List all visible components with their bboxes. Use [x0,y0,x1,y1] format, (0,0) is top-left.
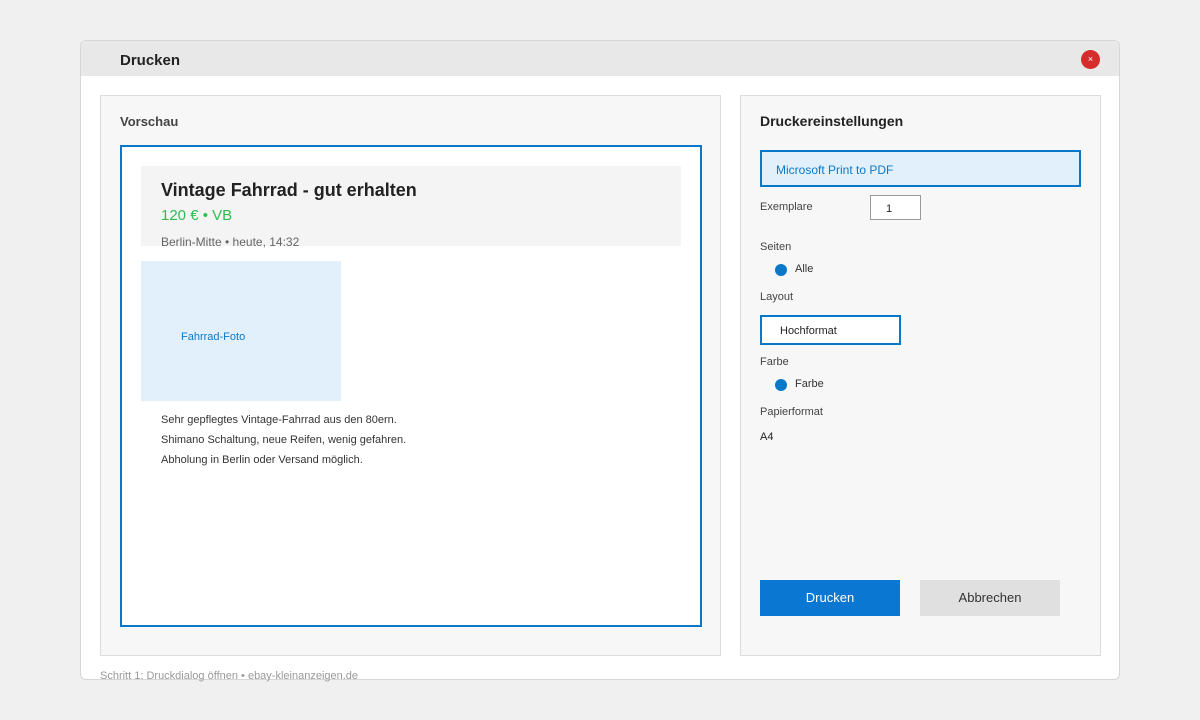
dialog-title: Drucken [120,52,181,69]
pages-label: Seiten [760,241,792,253]
preview-title: Vorschau [120,114,179,129]
description-line: Abholung in Berlin oder Versand möglich. [161,454,363,466]
paper-value: A4 [760,431,774,443]
print-dialog: Drucken × Vorschau Vintage Fahrrad - gut… [80,40,1120,682]
radio-selected-icon [775,379,787,391]
cancel-button[interactable]: Abbrechen [920,580,1060,616]
pages-radio-label: Alle [795,263,814,275]
preview-panel: Vorschau Vintage Fahrrad - gut erhalten … [100,95,721,656]
layout-select[interactable]: Hochformat [760,315,901,345]
layout-label: Layout [760,291,794,303]
color-radio-label: Farbe [795,378,824,390]
ad-price: 120 € • VB [161,207,233,224]
close-icon[interactable]: × [1081,50,1100,69]
settings-title: Druckereinstellungen [760,113,904,129]
print-button[interactable]: Drucken [760,580,900,616]
description-line: Sehr gepflegtes Vintage-Fahrrad aus den … [161,414,397,426]
printer-select-value: Microsoft Print to PDF [776,163,894,177]
ad-header: Vintage Fahrrad - gut erhalten 120 € • V… [141,166,681,249]
ad-meta: Berlin-Mitte • heute, 14:32 [161,235,300,249]
radio-selected-icon [775,264,787,276]
ad-title: Vintage Fahrrad - gut erhalten [161,180,417,200]
copies-label: Exemplare [760,201,813,213]
layout-select-value: Hochformat [780,325,837,337]
description-line: Shimano Schaltung, neue Reifen, wenig ge… [161,434,407,446]
printer-select[interactable]: Microsoft Print to PDF [760,150,1081,187]
ad-description: Sehr gepflegtes Vintage-Fahrrad aus den … [161,410,406,470]
ad-photo-placeholder: Fahrrad-Foto [141,261,341,401]
photo-label: Fahrrad-Foto [181,331,246,343]
color-label: Farbe [760,356,789,368]
paper-label: Papierformat [760,406,823,418]
preview-page: Vintage Fahrrad - gut erhalten 120 € • V… [120,145,702,627]
settings-panel: Druckereinstellungen Microsoft Print to … [740,95,1101,656]
dialog-titlebar: Drucken × [81,41,1119,76]
copies-input[interactable] [870,195,921,220]
footer-caption: Schritt 1: Druckdialog öffnen • ebay-kle… [100,670,359,682]
